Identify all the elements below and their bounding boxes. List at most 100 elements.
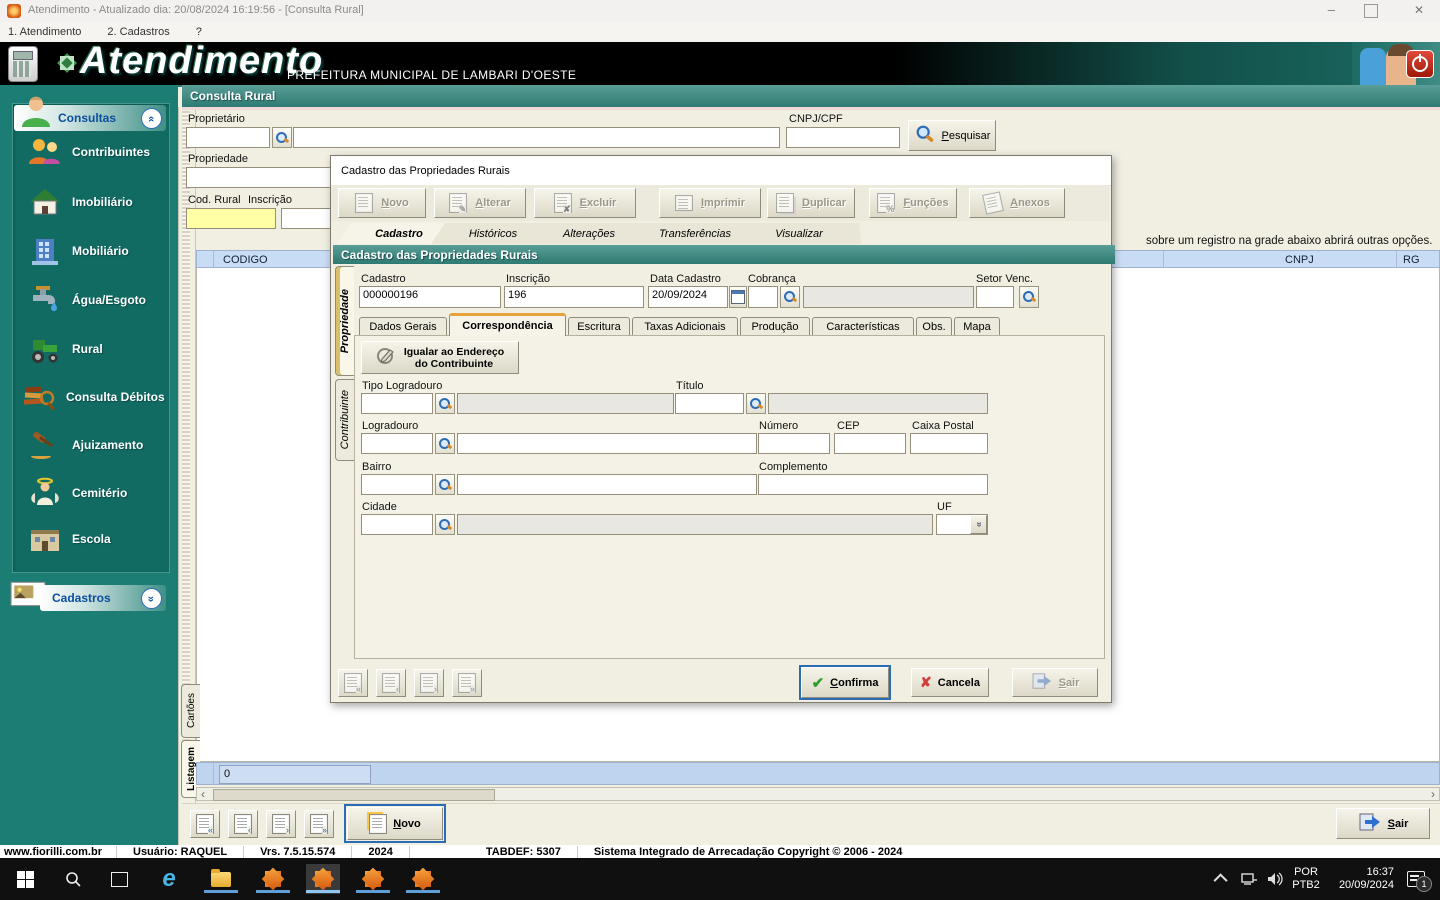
sidebar-item-escola[interactable]: Escola: [26, 522, 111, 556]
dialog-duplicar-button[interactable]: Duplicar: [767, 188, 855, 218]
scroll-right-arrow[interactable]: ›: [1431, 787, 1435, 801]
menu-help[interactable]: ?: [196, 26, 202, 38]
setor-venc-input[interactable]: [976, 286, 1014, 308]
notification-center-icon[interactable]: 1: [1398, 864, 1434, 894]
sidebar-item-agua-esgoto[interactable]: Água/Esgoto: [26, 283, 146, 317]
subtab-mapa[interactable]: Mapa: [954, 317, 1000, 336]
proprietario-code-input[interactable]: [186, 127, 270, 148]
fiorilli-app-icon-2-active[interactable]: [306, 864, 340, 894]
logradouro-code-input[interactable]: [361, 433, 433, 454]
fiorilli-app-icon-4[interactable]: [406, 864, 440, 894]
proprietario-search-button[interactable]: [272, 127, 292, 148]
tab-cartoes[interactable]: Cartões: [181, 684, 200, 738]
igualar-endereco-button[interactable]: Igualar ao Endereço do Contribuinte: [361, 341, 519, 374]
sidebar-section-consultas[interactable]: Consultas «: [14, 105, 166, 131]
cidade-code-input[interactable]: [361, 514, 433, 535]
nav-last-button[interactable]: »: [304, 810, 334, 838]
sidebar-item-imobiliario[interactable]: Imobiliário: [26, 185, 133, 219]
dialog-imprimir-button[interactable]: Imprimir: [659, 188, 761, 218]
subtab-escritura[interactable]: Escritura: [568, 317, 630, 336]
logradouro-search-button[interactable]: [435, 433, 455, 454]
dialog-novo-button[interactable]: Novo: [338, 188, 426, 218]
complemento-input[interactable]: [758, 474, 988, 495]
sidebar-item-consulta-debitos[interactable]: Consulta Débitos: [20, 380, 165, 414]
tipo-logradouro-input[interactable]: [361, 393, 433, 414]
close-button[interactable]: ✕: [1414, 3, 1424, 17]
taskbar-search-icon[interactable]: [56, 864, 90, 894]
dialog-alterar-button[interactable]: ✎ Alterar: [434, 188, 526, 218]
numero-input[interactable]: [758, 433, 830, 454]
dialog-excluir-button[interactable]: ✘ Excluir: [534, 188, 636, 218]
expand-cadastros-button[interactable]: «: [141, 588, 162, 609]
internet-explorer-icon[interactable]: e: [152, 864, 186, 894]
nav-prev-button[interactable]: ‹: [228, 810, 258, 838]
file-explorer-icon[interactable]: [204, 864, 238, 894]
titulo-input[interactable]: [675, 393, 744, 414]
language-indicator[interactable]: POR PTB2: [1288, 864, 1324, 894]
fiorilli-app-icon-1[interactable]: [256, 864, 290, 894]
calendar-button[interactable]: [729, 286, 747, 308]
minimize-button[interactable]: –: [1328, 2, 1335, 17]
uf-select[interactable]: «: [936, 514, 988, 535]
sidebar-item-contribuintes[interactable]: Contribuintes: [26, 135, 150, 169]
dialog-anexos-button[interactable]: Anexos: [969, 188, 1065, 218]
tab-propriedade[interactable]: Propriedade: [335, 266, 354, 376]
collapse-consultas-button[interactable]: «: [141, 108, 162, 129]
caixa-postal-input[interactable]: [910, 433, 988, 454]
bairro-search-button[interactable]: [435, 474, 455, 495]
restore-button[interactable]: [1364, 4, 1378, 18]
grid-column-rg[interactable]: RG: [1403, 254, 1420, 266]
dialog-nav-next-button[interactable]: ›: [414, 669, 444, 697]
cep-input[interactable]: [834, 433, 906, 454]
subtab-dados-gerais[interactable]: Dados Gerais: [359, 317, 447, 336]
confirma-button[interactable]: ✔ Confirma: [801, 667, 889, 698]
cobranca-code-input[interactable]: [748, 286, 778, 308]
sidebar-item-cemiterio[interactable]: Cemitério: [26, 476, 127, 510]
power-button-icon[interactable]: [1406, 50, 1434, 78]
main-sair-button[interactable]: Sair: [1336, 808, 1430, 839]
sidebar-item-mobiliario[interactable]: Mobiliário: [26, 234, 129, 268]
nav-first-button[interactable]: «: [190, 810, 220, 838]
dialog-nav-last-button[interactable]: »: [452, 669, 482, 697]
volume-icon[interactable]: [1262, 864, 1288, 894]
uf-dropdown-button[interactable]: «: [970, 515, 987, 534]
cancela-button[interactable]: ✘ Cancela: [911, 668, 989, 697]
proprietario-name-input[interactable]: [293, 127, 780, 148]
dialog-title-bar[interactable]: Cadastro das Propriedades Rurais: [331, 156, 1111, 186]
setor-venc-search-button[interactable]: [1019, 286, 1039, 308]
dialog-funcoes-button[interactable]: % Funções: [869, 188, 957, 218]
data-cadastro-input[interactable]: 20/09/2024: [648, 286, 728, 308]
novo-button[interactable]: Novo: [347, 807, 443, 840]
clock[interactable]: 16:37 20/09/2024: [1328, 864, 1394, 894]
menu-cadastros[interactable]: 2. Cadastros: [107, 26, 169, 38]
dialog-nav-first-button[interactable]: «: [338, 669, 368, 697]
titulo-search-button[interactable]: [746, 393, 766, 414]
subtab-caracteristicas[interactable]: Características: [812, 317, 914, 336]
inscricao-field-input[interactable]: 196: [504, 286, 644, 308]
scroll-left-arrow[interactable]: ‹: [201, 787, 205, 801]
task-view-icon[interactable]: [102, 864, 136, 894]
bairro-code-input[interactable]: [361, 474, 433, 495]
start-button[interactable]: [8, 864, 42, 894]
network-icon[interactable]: [1236, 864, 1262, 894]
cobranca-search-button[interactable]: [780, 286, 800, 308]
menu-atendimento[interactable]: 1. Atendimento: [8, 26, 81, 38]
tab-contribuinte[interactable]: Contribuinte: [335, 379, 354, 461]
subtab-correspondencia[interactable]: Correspondência: [449, 313, 566, 336]
cod-rural-input[interactable]: [186, 208, 276, 229]
dialog-sair-button[interactable]: Sair: [1012, 668, 1098, 697]
logradouro-name-input[interactable]: [457, 433, 757, 454]
cadastro-field-input[interactable]: 000000196: [359, 286, 501, 308]
tray-chevron-up-icon[interactable]: [1210, 864, 1234, 894]
nav-next-button[interactable]: ›: [266, 810, 296, 838]
cnpj-cpf-input[interactable]: [786, 127, 900, 148]
sidebar-item-rural[interactable]: Rural: [26, 332, 103, 366]
grid-column-cnpj[interactable]: CNPJ: [1285, 254, 1314, 266]
bairro-name-input[interactable]: [457, 474, 757, 495]
fiorilli-app-icon-3[interactable]: [356, 864, 390, 894]
subtab-taxas-adicionais[interactable]: Taxas Adicionais: [632, 317, 738, 336]
pesquisar-button[interactable]: Pesquisar: [908, 120, 996, 151]
scrollbar-thumb[interactable]: [213, 789, 495, 801]
subtab-producao[interactable]: Produção: [740, 317, 810, 336]
tipo-logradouro-search-button[interactable]: [435, 393, 455, 414]
